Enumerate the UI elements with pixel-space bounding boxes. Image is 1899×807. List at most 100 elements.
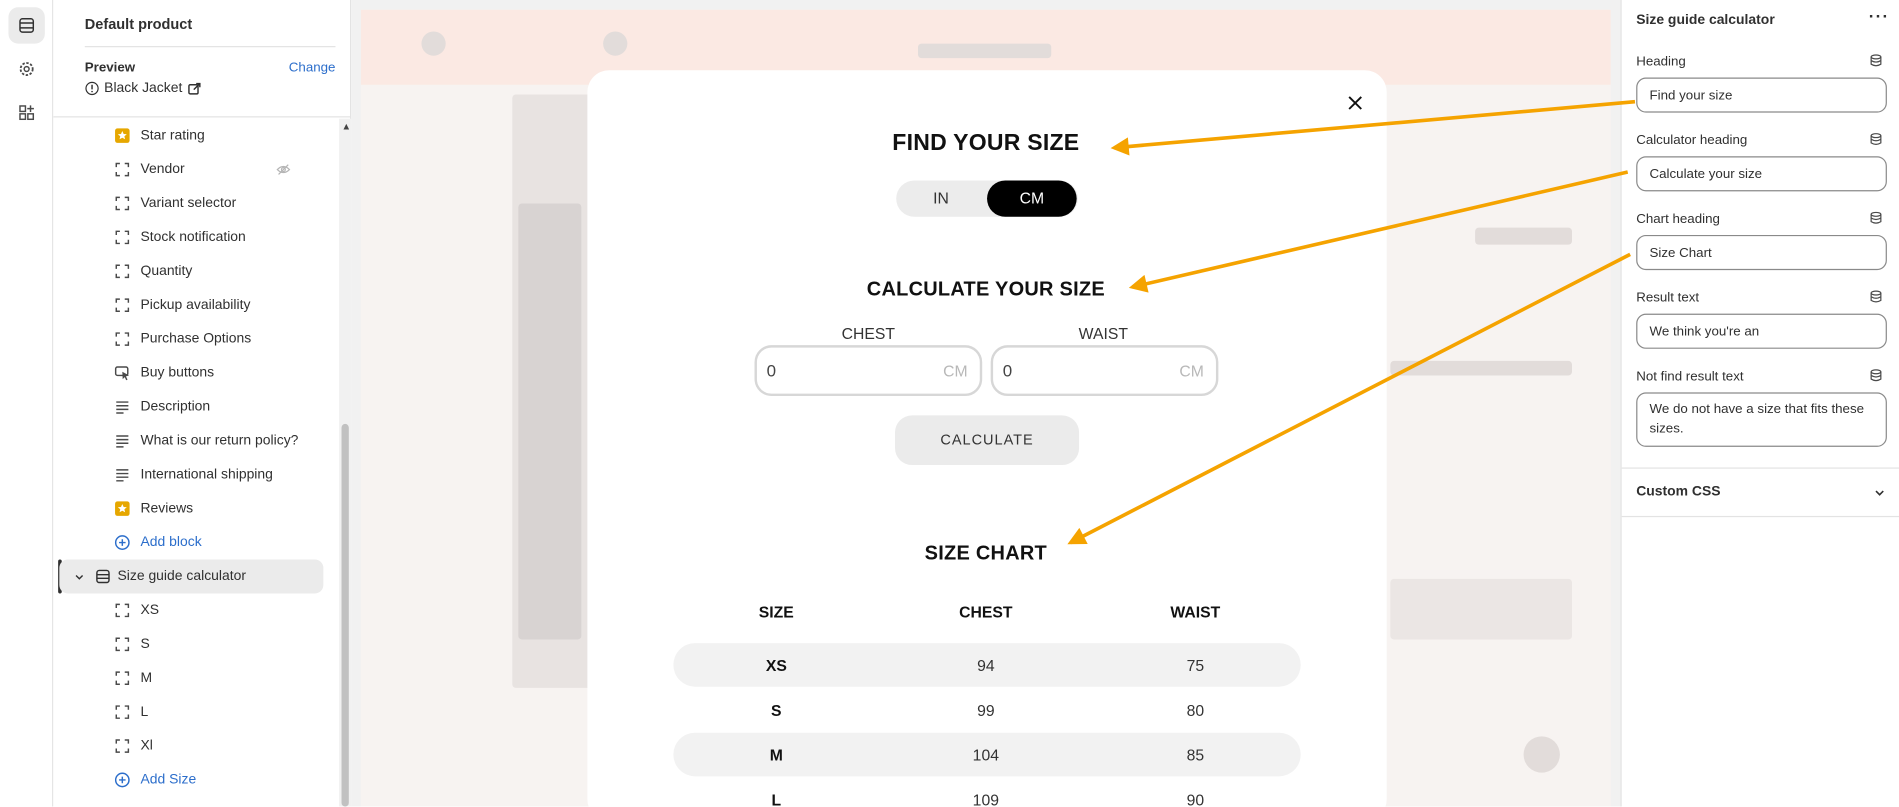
block-icon: [114, 331, 131, 348]
text-icon: [114, 466, 131, 483]
table-row: S 99 80: [673, 688, 1300, 732]
chevron-down-icon[interactable]: [1874, 487, 1886, 499]
block-item[interactable]: Stock notification: [53, 220, 335, 254]
size-chart-title: SIZE CHART: [924, 542, 1047, 565]
waist-input[interactable]: 0 CM: [990, 345, 1219, 397]
dynamic-source-icon[interactable]: [1869, 289, 1884, 304]
waist-unit: CM: [1179, 362, 1204, 381]
size-block-item[interactable]: L: [53, 695, 335, 729]
find-size-title: FIND YOUR SIZE: [892, 130, 1080, 157]
block-item[interactable]: Vendor: [53, 153, 335, 187]
settings-gear-icon[interactable]: [8, 51, 44, 87]
external-link-icon[interactable]: [187, 82, 201, 95]
close-icon[interactable]: [1347, 94, 1364, 111]
unit-in-option[interactable]: IN: [896, 180, 986, 216]
block-label: Buy buttons: [140, 365, 215, 381]
block-label: Description: [140, 399, 211, 415]
chest-unit: CM: [943, 362, 968, 381]
col-header-size: SIZE: [758, 603, 794, 622]
field-label: Calculator heading: [1636, 133, 1748, 148]
field-input[interactable]: Calculate your size: [1636, 156, 1887, 192]
size-block-label: M: [140, 670, 153, 686]
field-label: Heading: [1636, 54, 1686, 70]
block-item[interactable]: Reviews: [53, 492, 335, 526]
field-input[interactable]: We think you're an: [1636, 313, 1887, 349]
block-icon: [114, 195, 131, 212]
table-cell: 85: [1186, 746, 1205, 765]
size-block-item[interactable]: S: [53, 627, 335, 661]
size-block-item[interactable]: XS: [53, 593, 335, 627]
text-icon: [114, 432, 131, 449]
waist-value: 0: [1002, 360, 1013, 381]
preview-product-name[interactable]: Black Jacket: [104, 81, 182, 96]
size-block-item[interactable]: M: [53, 661, 335, 695]
add-size-button[interactable]: Add Size: [53, 763, 335, 797]
more-options-icon[interactable]: ···: [1869, 6, 1890, 25]
table-cell: 75: [1186, 656, 1205, 675]
field-label: Not find result text: [1636, 369, 1744, 384]
unit-cm-option[interactable]: CM: [987, 180, 1077, 217]
block-label: Reviews: [140, 501, 194, 516]
block-item[interactable]: International shipping: [53, 458, 335, 492]
block-label: Quantity: [140, 264, 193, 279]
block-item[interactable]: Variant selector: [53, 187, 335, 221]
block-item[interactable]: Purchase Options: [53, 322, 335, 356]
size-block-label: S: [140, 637, 150, 652]
star-icon: [114, 500, 131, 517]
size-block-label: XS: [140, 603, 160, 618]
chest-label: CHEST: [841, 324, 896, 343]
dynamic-source-icon[interactable]: [1869, 368, 1884, 383]
table-cell: 90: [1186, 790, 1205, 807]
table-cell: 104: [972, 746, 999, 765]
icon-rail: [0, 0, 54, 807]
sections-icon[interactable]: [8, 7, 45, 44]
table-cell: 80: [1186, 701, 1205, 720]
table-cell: 109: [972, 790, 999, 807]
col-header-chest: CHEST: [959, 603, 1013, 622]
unit-toggle[interactable]: IN CM: [896, 180, 1078, 217]
settings-panel: Size guide calculator ··· Heading Find yo…: [1620, 0, 1899, 807]
calculate-button[interactable]: CALCULATE: [895, 415, 1080, 466]
block-icon: [114, 738, 131, 755]
block-label: Variant selector: [140, 196, 237, 211]
field-input[interactable]: Find your size: [1636, 77, 1887, 113]
table-cell: M: [769, 746, 783, 765]
table-cell: 99: [977, 701, 995, 720]
table-cell: 94: [977, 656, 995, 675]
field-input[interactable]: Size Chart: [1636, 234, 1887, 271]
text-icon: [114, 398, 131, 415]
change-link[interactable]: Change: [289, 61, 336, 76]
block-tree: Star rating Vendor Variant selector Stock n…: [53, 119, 335, 797]
chest-input[interactable]: 0 CM: [754, 345, 983, 397]
chevron-down-icon[interactable]: [74, 572, 85, 583]
panel-title: Size guide calculator: [1636, 13, 1775, 28]
block-item[interactable]: What is our return policy?: [53, 424, 335, 458]
hidden-eye-icon[interactable]: [276, 162, 291, 177]
table-row: XS 94 75: [673, 643, 1301, 687]
block-item[interactable]: Buy buttons: [53, 356, 335, 390]
field-input[interactable]: We do not have a size that fits these si…: [1636, 392, 1887, 447]
apps-icon[interactable]: [8, 94, 44, 130]
cursor-icon: [114, 365, 131, 382]
block-icon: [114, 263, 131, 280]
sections-sidebar: Default product Preview Change Black Jac…: [53, 0, 352, 807]
preview-product: Black Jacket: [85, 81, 201, 96]
block-icon: [114, 704, 131, 721]
chest-value: 0: [766, 360, 777, 381]
waist-label: WAIST: [1078, 324, 1128, 343]
block-item[interactable]: Description: [53, 390, 335, 424]
size-block-item[interactable]: Xl: [53, 729, 335, 763]
size-block-label: L: [140, 704, 149, 720]
dynamic-source-icon[interactable]: [1869, 132, 1884, 147]
template-title: Default product: [84, 15, 193, 33]
preview-label: Preview: [84, 60, 136, 76]
table-cell: S: [771, 701, 782, 720]
sidebar-scrollbar[interactable]: ▲: [339, 118, 352, 807]
block-label: International shipping: [140, 467, 273, 483]
block-label: Stock notification: [140, 230, 246, 245]
table-cell: L: [771, 790, 782, 807]
dynamic-source-icon[interactable]: [1869, 211, 1884, 226]
table-row: L 109 90: [673, 778, 1300, 807]
dynamic-source-icon[interactable]: [1869, 53, 1884, 68]
custom-css-label[interactable]: Custom CSS: [1636, 484, 1720, 499]
